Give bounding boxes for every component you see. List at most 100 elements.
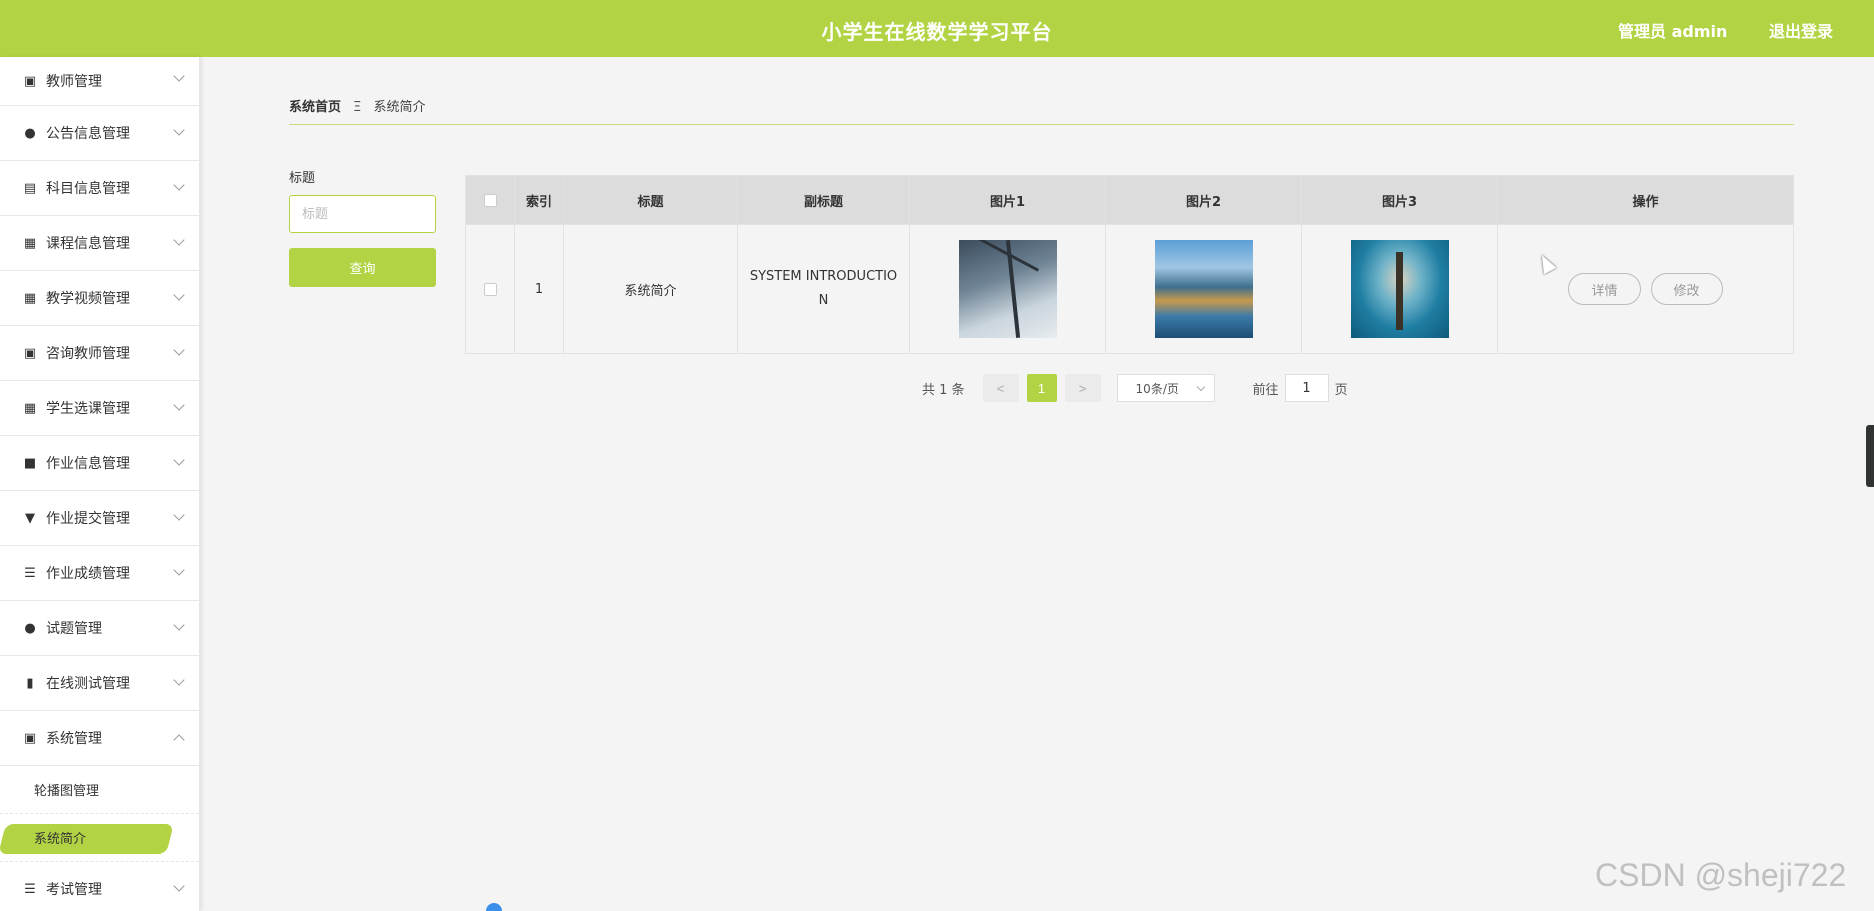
grid-icon: ▦ [23, 400, 37, 416]
sidebar-item-subject[interactable]: ▤ 科目信息管理 [0, 161, 199, 216]
edit-button[interactable]: 修改 [1650, 273, 1723, 305]
sliders-icon: ☰ [24, 565, 36, 581]
chevron-down-icon [173, 674, 185, 686]
sidebar-item-label: 考试管理 [46, 882, 102, 898]
chevron-down-icon [173, 179, 185, 191]
row-subtitle-cell: SYSTEM INTRODUCTION [738, 225, 910, 353]
sidebar-item-label: 试题管理 [46, 621, 102, 637]
sidebar-item-enroll[interactable]: ▦ 学生选课管理 [0, 381, 199, 436]
row-select-cell [466, 225, 515, 353]
app-title: 小学生在线数学学习平台 [821, 20, 1053, 44]
chevron-down-icon [173, 124, 185, 136]
side-handle[interactable] [1866, 425, 1874, 487]
sidebar-item-label: 作业成绩管理 [46, 566, 130, 582]
chevron-down-icon [173, 70, 185, 82]
chevron-down-icon [173, 619, 185, 631]
clipboard-x-icon: ▣ [23, 730, 37, 746]
sidebar-item-label: 系统管理 [46, 731, 102, 747]
sidebar-item-homework[interactable]: ■ 作业信息管理 [0, 436, 199, 491]
sidebar-item-grades[interactable]: ☰ 作业成绩管理 [0, 546, 199, 601]
row-subtitle: SYSTEM INTRODUCTION [749, 269, 898, 308]
sea-tower-image[interactable] [1350, 240, 1449, 338]
select-all-checkbox[interactable] [483, 193, 497, 207]
header-actions: 操作 [1632, 194, 1659, 210]
grid-icon: ▦ [23, 235, 37, 251]
breadcrumb-home[interactable]: 系统首页 [289, 100, 341, 115]
sidebar-item-label: 科目信息管理 [46, 181, 130, 197]
sidebar-item-course[interactable]: ▦ 课程信息管理 [0, 216, 199, 271]
row-index: 1 [515, 225, 564, 353]
page-1-button[interactable]: 1 [1026, 374, 1057, 402]
sidebar-subitem-label: 系统简介 [34, 832, 87, 847]
sidebar-item-consult[interactable]: ▣ 咨询教师管理 [0, 326, 199, 381]
floating-dot-icon[interactable] [486, 903, 502, 911]
goto-label: 前往 [1252, 382, 1279, 398]
sidebar-item-video[interactable]: ▦ 教学视频管理 [0, 271, 199, 326]
sidebar-item-questions[interactable]: ● 试题管理 [0, 601, 199, 656]
next-page-button[interactable]: > [1064, 374, 1101, 402]
sidebar-item-label: 教师管理 [46, 74, 102, 90]
chevron-down-icon [173, 399, 185, 411]
sidebar-item-notice[interactable]: ● 公告信息管理 [0, 106, 199, 161]
sidebar-item-exam[interactable]: ☰ 考试管理 [0, 862, 199, 911]
page-size-select[interactable]: 10条/页 [1116, 374, 1215, 402]
admin-label: 管理员 admin [1618, 22, 1728, 41]
top-bar: 小学生在线数学学习平台 管理员 admin 退出登录 [0, 0, 1874, 57]
wind-turbine-image[interactable] [958, 240, 1057, 338]
sidebar-item-online-test[interactable]: ▮ 在线测试管理 [0, 656, 199, 711]
sidebar-item-label: 公告信息管理 [46, 126, 130, 142]
bar-chart-icon: ▮ [26, 675, 34, 691]
header-select-cell [466, 176, 515, 224]
user-icon: ● [24, 620, 36, 636]
chevron-down-icon [173, 564, 185, 576]
pagination: 共 1 条 < 1 > 10条/页 前往 页 [922, 374, 1348, 402]
grid-icon: ▦ [23, 290, 37, 306]
watermark: CSDN @sheji722 [1595, 857, 1847, 893]
sidebar-item-submit[interactable]: ▼ 作业提交管理 [0, 491, 199, 546]
goto-page-input[interactable] [1284, 374, 1329, 402]
sidebar: ▣ 教师管理 ● 公告信息管理 ▤ 科目信息管理 ▦ 课程信息管理 ▦ 教学视频… [0, 57, 200, 911]
chevron-down-icon [173, 880, 185, 892]
location-pin-icon: ● [24, 125, 36, 141]
row-checkbox[interactable] [483, 282, 497, 296]
stamp-icon: ▼ [25, 510, 35, 526]
header-image3: 图片3 [1302, 176, 1498, 224]
detail-button[interactable]: 详情 [1568, 273, 1641, 305]
pagination-total: 共 1 条 [922, 382, 965, 398]
sidebar-subitem-label: 轮播图管理 [34, 784, 100, 799]
header-image2: 图片2 [1106, 176, 1302, 224]
logout-link[interactable]: 退出登录 [1769, 18, 1833, 42]
sidebar-item-teacher[interactable]: ▣ 教师管理 [0, 57, 199, 106]
row-image3-cell [1302, 225, 1498, 353]
prev-page-button[interactable]: < [982, 374, 1019, 402]
sidebar-item-system[interactable]: ▣ 系统管理 [0, 711, 199, 766]
clipboard-icon: ▣ [23, 345, 37, 361]
sidebar-subitem-system-intro[interactable]: 系统简介 [0, 814, 199, 862]
search-input[interactable] [289, 195, 436, 233]
sidebar-subitem-carousel[interactable]: 轮播图管理 [0, 766, 199, 814]
sidebar-item-label: 作业提交管理 [46, 511, 130, 527]
page-size-value: 10条/页 [1135, 381, 1179, 396]
sidebar-item-label: 课程信息管理 [46, 236, 130, 252]
header-subtitle: 副标题 [738, 176, 910, 224]
header-index: 索引 [515, 176, 564, 224]
chevron-down-icon [173, 509, 185, 521]
breadcrumb-current: 系统简介 [373, 100, 426, 115]
row-title: 系统简介 [564, 225, 738, 353]
header-image1: 图片1 [910, 176, 1106, 224]
sidebar-item-label: 咨询教师管理 [46, 346, 130, 362]
row-image2-cell [1106, 225, 1302, 353]
breadcrumb: 系统首页 Ξ 系统简介 [289, 96, 426, 115]
data-table: 索引 标题 副标题 图片1 图片2 图片3 操作 1 系统简介 SYSTEM I… [465, 175, 1794, 354]
lake-mountain-image[interactable] [1154, 240, 1253, 338]
header-title: 标题 [564, 176, 738, 224]
chevron-up-icon [173, 734, 185, 746]
sidebar-item-label: 作业信息管理 [46, 456, 130, 472]
breadcrumb-divider [289, 124, 1794, 125]
chevron-down-icon [173, 289, 185, 301]
chevron-down-icon [173, 344, 185, 356]
search-button[interactable]: 查询 [289, 248, 436, 287]
clipboard-check-icon: ▣ [23, 73, 37, 89]
ticket-icon: ■ [23, 455, 37, 471]
sidebar-item-label: 在线测试管理 [46, 676, 130, 692]
